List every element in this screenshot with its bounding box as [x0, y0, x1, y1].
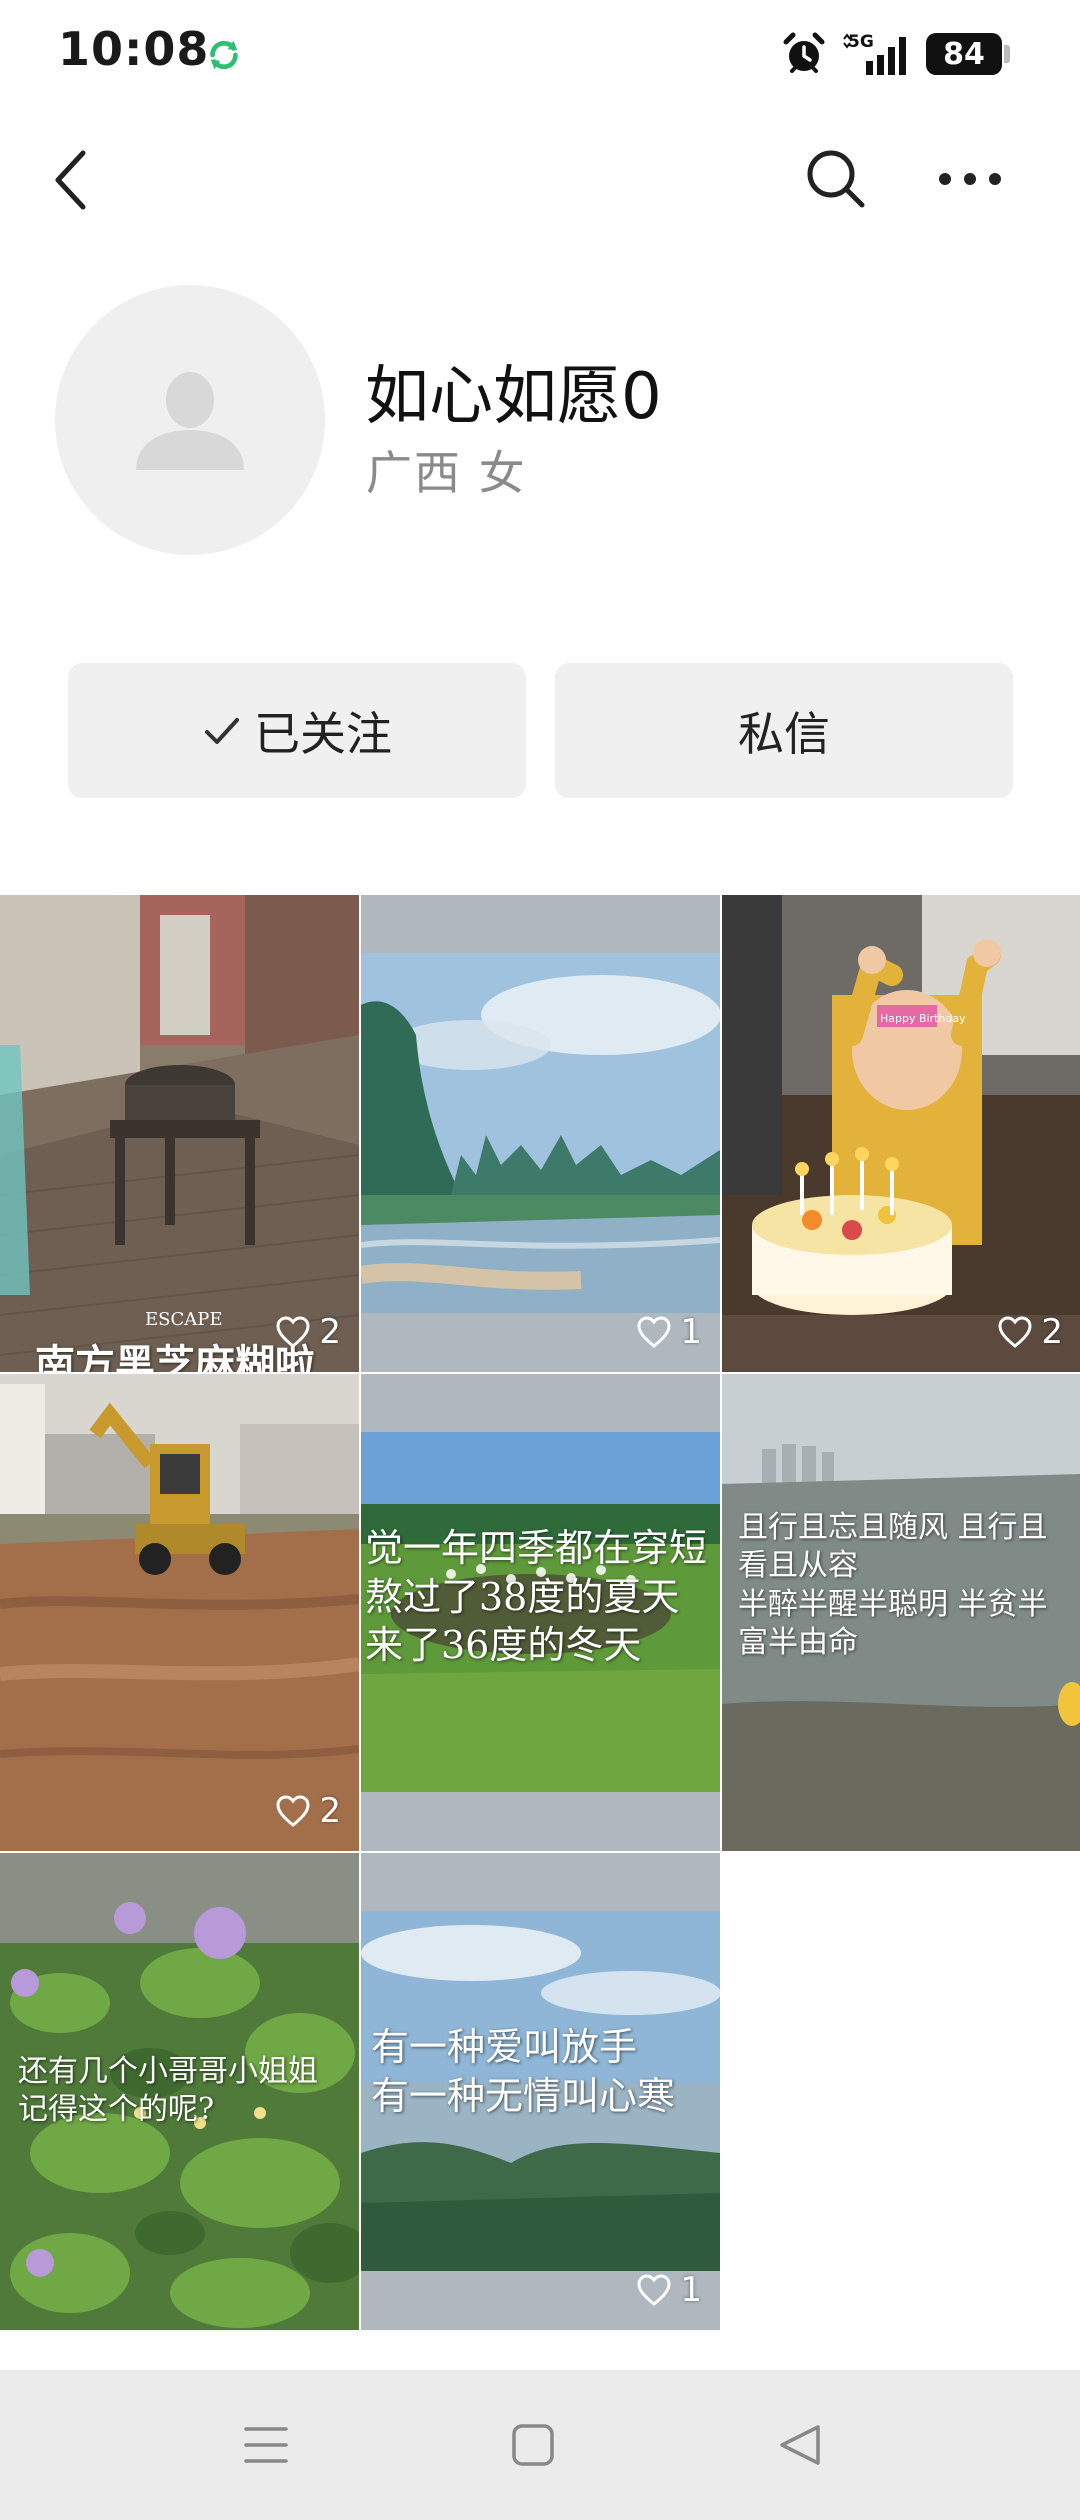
default-avatar-icon: [136, 372, 244, 470]
post-tile[interactable]: 2: [0, 1374, 359, 1851]
heart-outline-icon: [998, 1316, 1032, 1348]
post-thumbnail-image: [361, 895, 720, 1372]
cake-hat-text: Happy Birthday: [880, 1012, 966, 1025]
search-button[interactable]: [800, 143, 872, 215]
post-likes: 1: [636, 1312, 702, 1352]
alarm-clock-icon: [783, 32, 825, 73]
back-button[interactable]: [40, 145, 100, 215]
post-caption: 南方黑芝麻糊啦: [35, 1342, 315, 1372]
system-back-button[interactable]: [770, 2415, 830, 2475]
post-likes: 2: [275, 1312, 341, 1352]
battery-indicator: 84: [926, 33, 1010, 75]
private-message-button[interactable]: 私信: [555, 663, 1013, 798]
menu-lines-icon: [244, 2427, 288, 2463]
post-likes: 2: [997, 1312, 1063, 1352]
search-icon: [807, 150, 865, 208]
more-horizontal-icon: [939, 173, 1001, 185]
home-button[interactable]: [503, 2415, 563, 2475]
heart-outline-icon: [637, 1316, 671, 1348]
profile-location-gender: 广西 女: [366, 446, 527, 500]
triangle-back-icon: [780, 2425, 820, 2465]
post-caption: 且行且忘且随风 且行且 看且从容 半醉半醒半聪明 半贫半 富半由命: [738, 1510, 1048, 1661]
post-tile[interactable]: 有一种爱叫放手 有一种无情叫心寒 1: [361, 1853, 720, 2330]
post-likes-count: 2: [319, 1791, 341, 1831]
more-options-button[interactable]: [930, 143, 1010, 215]
post-tile[interactable]: 觉一年四季都在穿短 熬过了38度的夏天 来了36度的冬天: [361, 1374, 720, 1851]
post-tile[interactable]: 1: [361, 895, 720, 1372]
heart-outline-icon: [276, 1795, 310, 1827]
post-likes-count: 2: [319, 1312, 341, 1352]
post-likes: 1: [636, 2270, 702, 2310]
post-likes: 2: [275, 1791, 341, 1831]
sync-app-icon: [210, 40, 238, 70]
network-type-label: 5G: [848, 32, 874, 52]
post-caption: 还有几个小哥哥小姐姐 记得这个的呢?: [18, 2054, 318, 2128]
heart-outline-icon: [276, 1316, 310, 1348]
cellular-signal-icon: 5G: [843, 32, 906, 75]
square-home-icon: [512, 2424, 554, 2466]
avatar[interactable]: [55, 285, 325, 555]
private-message-button-label: 私信: [738, 706, 830, 761]
post-tile[interactable]: 且行且忘且随风 且行且 看且从容 半醉半醒半聪明 半贫半 富半由命: [722, 1374, 1080, 1851]
post-likes-count: 2: [1041, 1312, 1063, 1352]
post-caption: 觉一年四季都在穿短 熬过了38度的夏天 来了36度的冬天: [365, 1526, 708, 1668]
heart-outline-icon: [637, 2274, 671, 2306]
chevron-left-icon: [55, 150, 86, 210]
status-bar: 10:08 5G 84: [0, 0, 1080, 105]
followed-button-label: 已关注: [254, 706, 392, 761]
status-indicators: 5G 84: [780, 26, 1010, 82]
top-nav-bar: [0, 125, 1080, 235]
profile-name: 如心如愿0: [365, 360, 662, 434]
recent-apps-button[interactable]: [236, 2415, 296, 2475]
checkmark-icon: [205, 717, 239, 744]
followed-button[interactable]: 已关注: [68, 663, 526, 798]
status-time: 10:08: [58, 22, 210, 76]
post-watermark: ESCAPE: [145, 1309, 223, 1330]
post-thumbnail-image: [0, 1374, 359, 1851]
post-thumbnail-image: ESCAPE: [0, 895, 359, 1372]
post-caption: 有一种爱叫放手 有一种无情叫心寒: [371, 2025, 676, 2118]
post-thumbnail-image: Happy Birthday: [722, 895, 1080, 1372]
post-tile[interactable]: ESCAPE 南方黑芝麻糊啦 2: [0, 895, 359, 1372]
post-tile[interactable]: Happy Birthday 2: [722, 895, 1080, 1372]
post-likes-count: 1: [680, 2270, 702, 2310]
post-tile[interactable]: 还有几个小哥哥小姐姐 记得这个的呢?: [0, 1853, 359, 2330]
system-navigation-bar: [0, 2370, 1080, 2520]
post-likes-count: 1: [680, 1312, 702, 1352]
